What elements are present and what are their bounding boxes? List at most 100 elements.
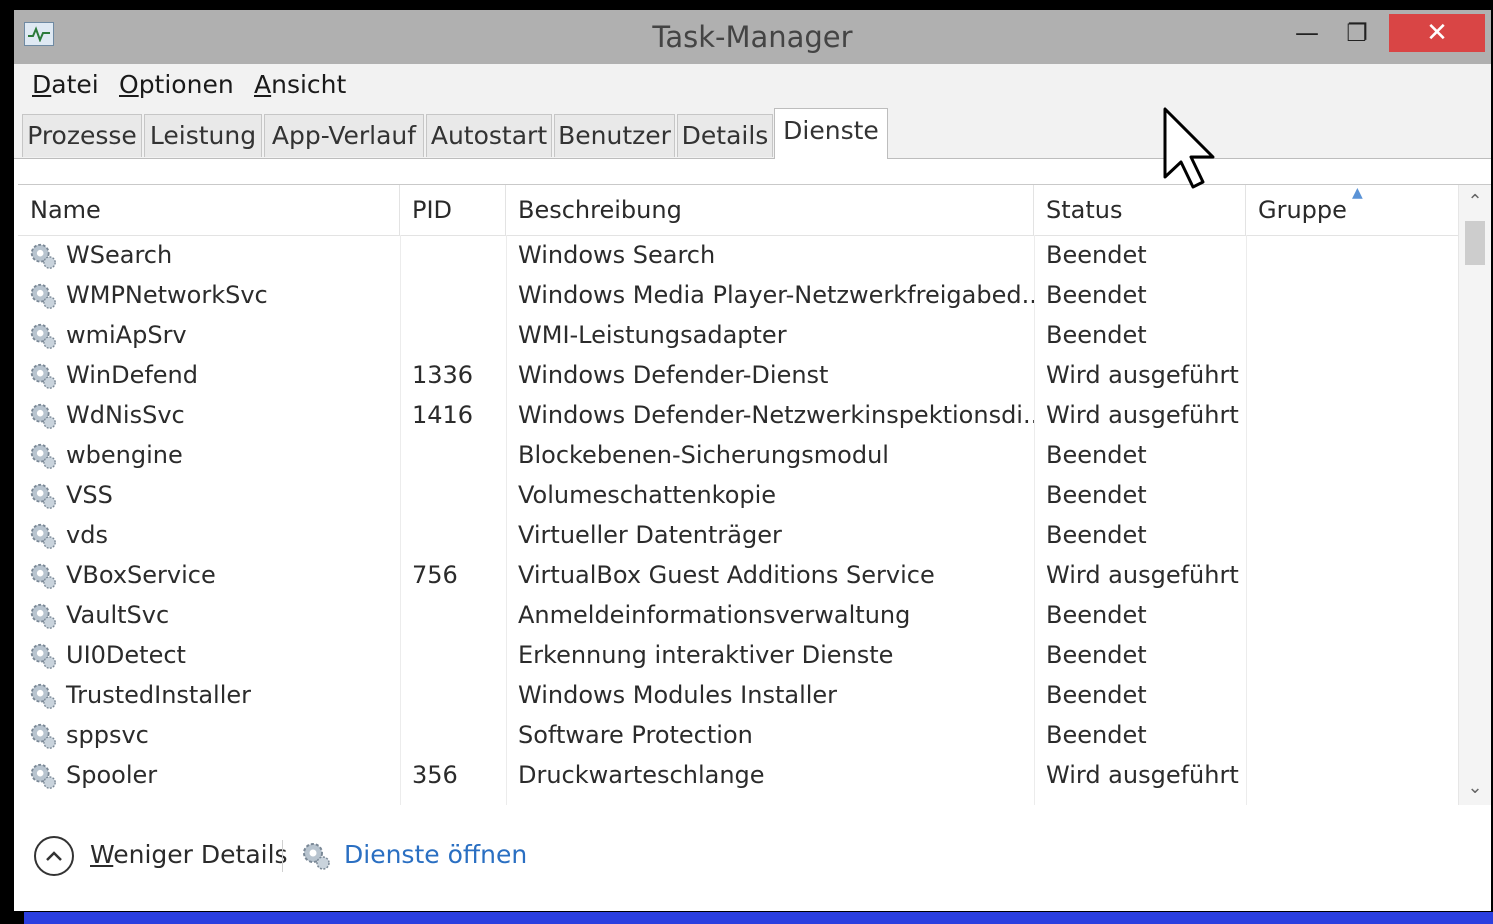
column-header-name[interactable]: Name (18, 185, 400, 235)
minimize-icon: — (1295, 19, 1319, 47)
table-row[interactable]: WSearch Windows Search Beendet (18, 235, 1459, 275)
cell-group (1246, 315, 1446, 355)
gear-icon (28, 681, 58, 711)
table-row[interactable]: wmiApSrv WMI-Leistungsadapter Beendet (18, 315, 1459, 355)
tab-leistung[interactable]: Leistung (144, 114, 262, 157)
cell-description: Anmeldeinformationsverwaltung (518, 601, 911, 629)
cell-name: WMPNetworkSvc (66, 281, 268, 309)
cell-description: Software Protection (518, 721, 753, 749)
close-icon: ✕ (1426, 18, 1448, 48)
gear-icon (303, 843, 330, 870)
cell-description: VirtualBox Guest Additions Service (518, 561, 935, 589)
gear-icon (28, 601, 58, 631)
cell-status: Beendet (1046, 641, 1147, 669)
cell-pid: 1336 (412, 361, 474, 389)
menu-datei[interactable]: Datei (32, 70, 99, 99)
cell-status: Beendet (1046, 521, 1147, 549)
table-row[interactable]: VBoxService 756 VirtualBox Guest Additions… (18, 555, 1459, 595)
tab-benutzer[interactable]: Benutzer (554, 114, 675, 157)
cell-group (1246, 635, 1446, 675)
cell-group (1246, 355, 1446, 395)
menu-optionen[interactable]: Optionen (119, 70, 234, 99)
cell-status: Beendet (1046, 241, 1147, 269)
task-manager-window: Task-Manager — ❐ ✕ Datei Optionen Ansich… (12, 8, 1493, 913)
cell-description: Druckwarteschlange (518, 761, 765, 789)
gear-icon (28, 481, 58, 511)
cell-description: Volumeschattenkopie (518, 481, 777, 509)
tab-dienste[interactable]: Dienste (774, 108, 888, 159)
table-row[interactable]: VSS Volumeschattenkopie Beendet (18, 475, 1459, 515)
cell-status: Wird ausgeführt (1046, 361, 1239, 389)
cell-status: Beendet (1046, 281, 1147, 309)
cell-status: Beendet (1046, 601, 1147, 629)
minimize-button[interactable]: — (1283, 14, 1331, 52)
cell-group (1246, 715, 1446, 755)
restore-button[interactable]: ❐ (1333, 14, 1381, 52)
cell-group (1246, 555, 1446, 595)
cell-group (1246, 755, 1446, 795)
table-row[interactable]: VaultSvc Anmeldeinformationsverwaltung Bee… (18, 595, 1459, 635)
cell-group (1246, 235, 1446, 275)
table-row[interactable]: TrustedInstaller Windows Modules Installe… (18, 675, 1459, 715)
cell-description: Windows Modules Installer (518, 681, 838, 709)
cell-name: sppsvc (66, 721, 149, 749)
sort-ascending-icon: ▲ (1352, 185, 1363, 201)
tab-prozesse[interactable]: Prozesse (22, 114, 142, 157)
tab-autostart[interactable]: Autostart (426, 114, 552, 157)
gear-icon (28, 361, 58, 391)
cell-name: wmiApSrv (66, 321, 187, 349)
cell-description: Windows Defender-Netzwerkinspektionsdi..… (518, 401, 1034, 429)
scroll-up-icon[interactable]: ⌃ (1459, 187, 1491, 217)
table-row[interactable]: sppsvc Software Protection Beendet (18, 715, 1459, 755)
gear-icon (28, 321, 58, 351)
cell-description: WMI-Leistungsadapter (518, 321, 787, 349)
less-details-button[interactable]: Weniger Details (90, 840, 288, 869)
gear-icon (28, 441, 58, 471)
table-row[interactable]: Spooler 356 Druckwarteschlange Wird ausgefü… (18, 755, 1459, 795)
close-button[interactable]: ✕ (1389, 14, 1485, 52)
services-table: Name PID Beschreibung Status Gruppe ▲ WS… (18, 184, 1491, 808)
cell-pid: 1416 (412, 401, 474, 429)
taskbar-strip (24, 912, 1493, 924)
cell-status: Beendet (1046, 441, 1147, 469)
cell-pid (400, 675, 506, 715)
table-header: Name PID Beschreibung Status Gruppe ▲ (18, 185, 1491, 236)
column-header-pid[interactable]: PID (400, 185, 506, 235)
table-row[interactable]: WinDefend 1336 Windows Defender-Dienst Wird… (18, 355, 1459, 395)
cell-description: Windows Media Player-Netzwerkfreigabed..… (518, 281, 1034, 309)
table-row[interactable]: wbengine Blockebenen-Sicherungsmodul Beend… (18, 435, 1459, 475)
cell-pid (400, 635, 506, 675)
cell-group (1246, 275, 1446, 315)
cell-group (1246, 435, 1446, 475)
footer-divider (282, 840, 283, 872)
cell-status: Beendet (1046, 481, 1147, 509)
scroll-down-icon[interactable]: ⌄ (1459, 773, 1491, 803)
table-row[interactable]: vds Virtueller Datenträger Beendet (18, 515, 1459, 555)
cell-description: Windows Search (518, 241, 716, 269)
cell-pid (400, 235, 506, 275)
cell-group (1246, 395, 1446, 435)
cell-pid (400, 435, 506, 475)
table-row[interactable]: WMPNetworkSvc Windows Media Player-Netzwe… (18, 275, 1459, 315)
window-title: Task-Manager (652, 20, 853, 54)
cell-group (1246, 595, 1446, 635)
vertical-scrollbar[interactable]: ⌃ ⌄ (1458, 185, 1491, 805)
chevron-up-circle-icon[interactable] (34, 836, 74, 876)
tab-details[interactable]: Details (677, 114, 773, 157)
table-row[interactable]: WdNisSvc 1416 Windows Defender-Netzwerkins… (18, 395, 1459, 435)
mouse-pointer-icon (1163, 107, 1215, 189)
open-services-link[interactable]: Dienste öffnen (344, 840, 527, 869)
column-header-beschreibung[interactable]: Beschreibung (506, 185, 1034, 235)
column-header-status[interactable]: Status (1034, 185, 1246, 235)
scroll-thumb[interactable] (1465, 221, 1485, 265)
cell-name: VSS (66, 481, 113, 509)
cell-name: WdNisSvc (66, 401, 185, 429)
table-row[interactable]: UI0Detect Erkennung interaktiver Dienste B… (18, 635, 1459, 675)
menu-ansicht[interactable]: Ansicht (254, 70, 346, 99)
cell-pid (400, 315, 506, 355)
cell-name: WSearch (66, 241, 173, 269)
tab-app-verlauf[interactable]: App-Verlauf (264, 114, 424, 157)
gear-icon (28, 641, 58, 671)
gear-icon (28, 561, 58, 591)
title-bar[interactable]: Task-Manager — ❐ ✕ (14, 10, 1491, 64)
